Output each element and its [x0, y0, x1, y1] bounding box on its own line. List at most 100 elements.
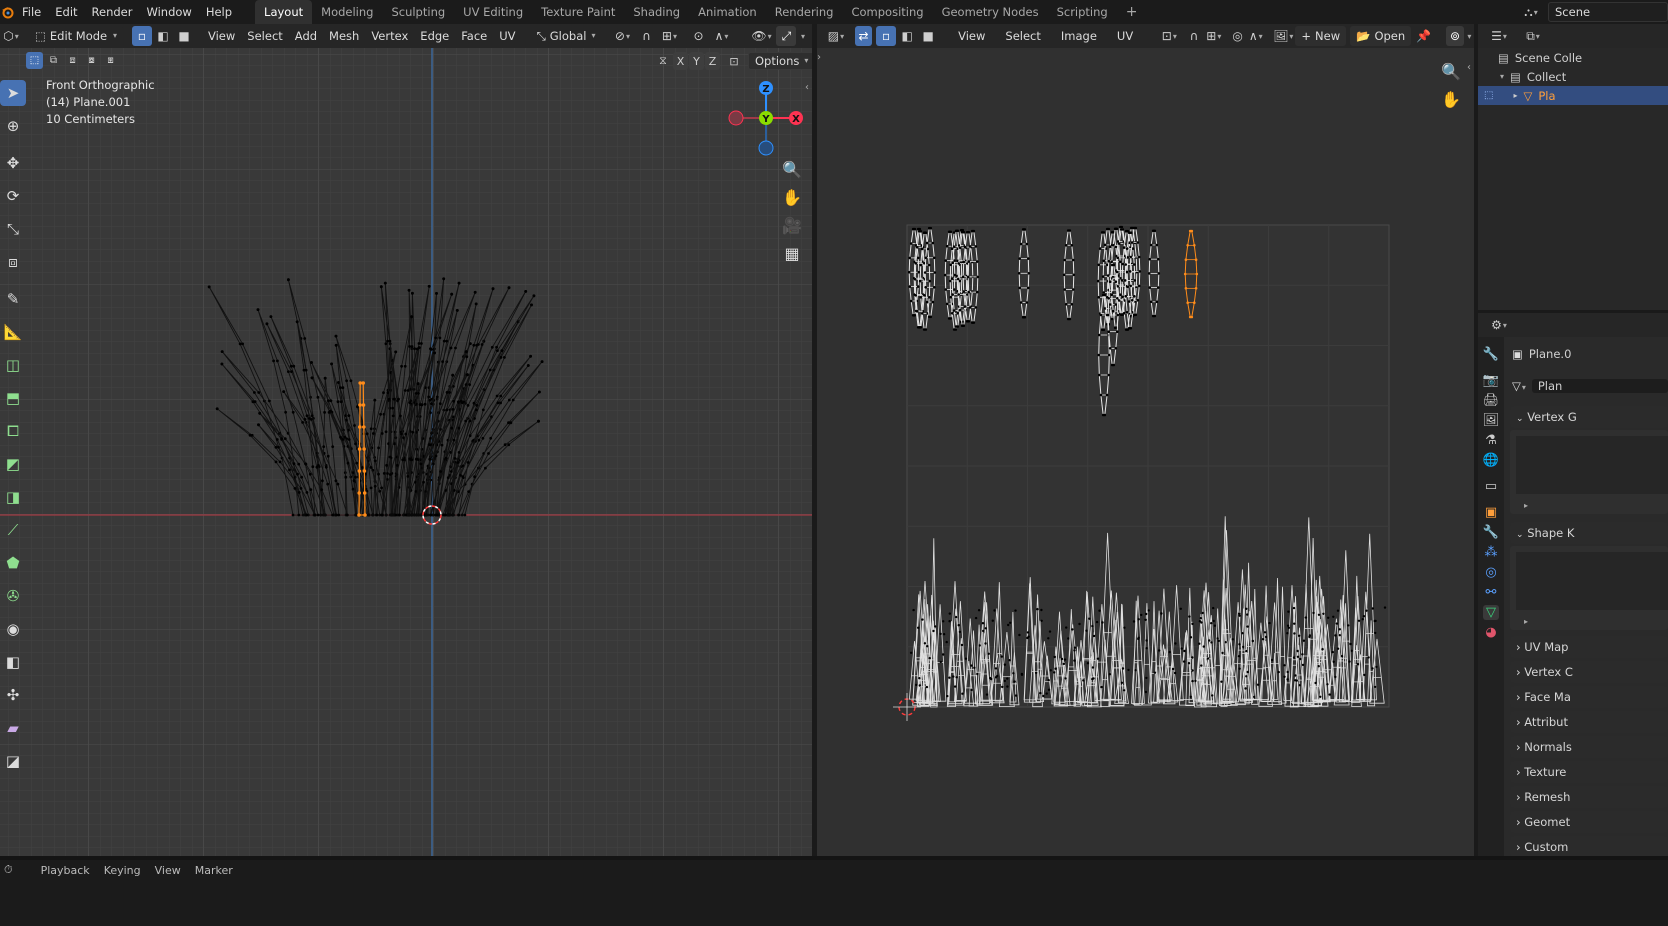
constraints-tab-icon[interactable]: ⚯ — [1486, 585, 1497, 600]
tab-modeling[interactable]: Modeling — [312, 0, 382, 24]
expand-arrow-icon[interactable]: ▸ — [1524, 501, 1528, 510]
world-tab-icon[interactable]: 🌐 — [1483, 453, 1499, 468]
menu-face[interactable]: Face — [455, 26, 493, 46]
options-dropdown[interactable]: Options ▾ — [748, 52, 812, 70]
tab-scripting[interactable]: Scripting — [1048, 0, 1117, 24]
uv-menu-uv[interactable]: UV — [1111, 26, 1139, 46]
shape-keys-list[interactable]: ▸ — [1510, 546, 1668, 630]
scene-tab-icon[interactable]: ⚗ — [1485, 433, 1497, 448]
menu-add[interactable]: Add — [289, 26, 323, 46]
uv-falloff-icon[interactable]: ∧ ▾ — [1246, 26, 1265, 46]
mirror-z-button[interactable]: Z — [705, 52, 720, 70]
modifier-tab-icon[interactable]: 🔧 — [1483, 525, 1499, 540]
orientation-dropdown[interactable]: ⤡ Global ▾ — [529, 26, 603, 46]
uv-proportional-icon[interactable]: ◎ — [1229, 26, 1246, 46]
gizmo-neg-x-axis[interactable] — [728, 110, 744, 126]
shear-tool-icon[interactable]: ▰ — [0, 715, 26, 741]
particles-tab-icon[interactable]: ⁂ — [1485, 545, 1498, 560]
menu-help[interactable]: Help — [199, 0, 239, 24]
menu-file[interactable]: File — [15, 0, 48, 24]
box-select-extend-icon[interactable]: ⧉ — [45, 52, 62, 69]
tab-geometry-nodes[interactable]: Geometry Nodes — [933, 0, 1048, 24]
cursor-tool-icon[interactable]: ⊕ — [0, 113, 26, 139]
outliner-row-plane[interactable]: ⬚ ▸ ▽ Pla — [1478, 86, 1668, 105]
inset-tool-icon[interactable]: ⧠ — [0, 418, 26, 444]
auto-merge-icon[interactable]: ⊡ — [725, 52, 743, 70]
mesh-data-row[interactable]: ▽▾ Plan — [1504, 375, 1668, 397]
properties-type-icon[interactable]: ⚙ ▾ — [1484, 315, 1514, 335]
vertex-groups-list[interactable]: ▸ — [1510, 430, 1668, 514]
panel-geometry-data[interactable]: › Geomet — [1510, 811, 1668, 833]
extrude-tool-icon[interactable]: ⬒ — [0, 385, 26, 411]
scale-tool-icon[interactable]: ⤡ — [0, 216, 26, 242]
outliner-type-icon[interactable]: ☰ ▾ — [1484, 26, 1514, 46]
gizmo-neg-z-axis[interactable] — [758, 140, 774, 156]
output-tab-icon[interactable]: 🖨 — [1483, 393, 1500, 408]
add-cube-tool-icon[interactable]: ◫ — [0, 352, 26, 378]
collection-tab-icon[interactable]: ▭ — [1485, 479, 1497, 494]
physics-tab-icon[interactable]: ◎ — [1485, 565, 1496, 580]
uv-pan-hand-icon[interactable]: ✋ — [1438, 86, 1464, 112]
menu-view[interactable]: View — [202, 26, 241, 46]
menu-edit[interactable]: Edit — [48, 0, 84, 24]
sidebar-toggle-icon[interactable]: ‹ — [805, 82, 809, 93]
display-mode-icon[interactable]: ⧉ ▾ — [1518, 26, 1548, 46]
face-select-icon[interactable]: ■ — [174, 26, 194, 46]
proportional-edit-icon[interactable]: ⊙ — [688, 26, 708, 46]
panel-attributes[interactable]: › Attribut — [1510, 711, 1668, 733]
annotate-tool-icon[interactable]: ✎ — [0, 286, 26, 312]
pivot-icon[interactable]: ⊘ ▾ — [608, 26, 636, 46]
edge-select-icon[interactable]: ◧ — [153, 26, 173, 46]
zoom-icon[interactable]: 🔍 — [779, 156, 805, 182]
vertex-select-icon[interactable]: ▫ — [132, 26, 152, 46]
viewport-3d[interactable]: ⬚ ⧉ ⧈ ⧇ ⧆ ⧖ X Y Z ⊡ Options ▾ Front Orth… — [0, 48, 812, 856]
spin-tool-icon[interactable]: ✇ — [0, 583, 26, 609]
new-image-button[interactable]: + New — [1295, 26, 1347, 46]
data-tab-icon[interactable]: ▽ — [1483, 605, 1499, 620]
snap-target-icon[interactable]: ⊞ ▾ — [656, 26, 682, 46]
pan-hand-icon[interactable]: ✋ — [779, 184, 805, 210]
mirror-icon[interactable]: ⧖ — [654, 52, 672, 70]
material-tab-icon[interactable]: ◕ — [1485, 625, 1496, 640]
uv-snap-icon[interactable]: ∩ — [1185, 26, 1202, 46]
uv-zoom-icon[interactable]: 🔍 — [1438, 58, 1464, 84]
uv-face-select-icon[interactable]: ■ — [918, 26, 938, 46]
rip-tool-icon[interactable]: ◪ — [0, 748, 26, 774]
select-box-tool-icon[interactable]: ➤ — [0, 80, 26, 106]
panel-normals[interactable]: › Normals — [1510, 736, 1668, 758]
menu-vertex[interactable]: Vertex — [365, 26, 414, 46]
tab-shading[interactable]: Shading — [624, 0, 689, 24]
panel-remesh[interactable]: › Remesh — [1510, 786, 1668, 808]
overlay-chevron-icon[interactable]: ▾ — [796, 26, 808, 46]
mirror-y-button[interactable]: Y — [689, 52, 704, 70]
keying-menu[interactable]: Keying — [104, 864, 141, 877]
knife-tool-icon[interactable]: ⟋ — [0, 517, 26, 543]
tab-sculpting[interactable]: Sculpting — [382, 0, 454, 24]
uv-sync-icon[interactable]: ⇄ — [854, 26, 873, 46]
grass-mesh-wireframe[interactable] — [0, 48, 812, 856]
panel-texture-space[interactable]: › Texture — [1510, 761, 1668, 783]
pin-icon[interactable]: 📌 — [1415, 26, 1432, 46]
expand-arrow-icon[interactable]: ▸ — [1524, 617, 1528, 626]
menu-render[interactable]: Render — [85, 0, 140, 24]
panel-vertex-colors[interactable]: › Vertex C — [1510, 661, 1668, 683]
scene-selector-icon[interactable]: ⛬ ▾ — [1516, 2, 1546, 22]
loop-cut-tool-icon[interactable]: ◨ — [0, 484, 26, 510]
panel-uv-maps[interactable]: › UV Map — [1510, 636, 1668, 658]
tab-layout[interactable]: Layout — [255, 0, 313, 24]
object-tab-icon[interactable]: ▣ — [1485, 505, 1497, 520]
box-select-intersect-icon[interactable]: ⧆ — [102, 52, 119, 69]
marker-menu[interactable]: Marker — [195, 864, 233, 877]
scene-name-field[interactable]: Scene — [1548, 2, 1668, 22]
panel-vertex-groups[interactable]: ⌄ Vertex G — [1510, 406, 1668, 428]
tab-animation[interactable]: Animation — [689, 0, 766, 24]
uv-layout[interactable] — [817, 48, 1474, 856]
view-layer-tab-icon[interactable]: 🖼 — [1483, 413, 1500, 428]
uv-edge-select-icon[interactable]: ◧ — [897, 26, 917, 46]
blender-logo-icon[interactable] — [1, 2, 15, 22]
tab-rendering[interactable]: Rendering — [766, 0, 843, 24]
image-browse-icon[interactable]: 🖼 ▾ — [1271, 26, 1295, 46]
menu-select[interactable]: Select — [241, 26, 288, 46]
tab-uv-editing[interactable]: UV Editing — [454, 0, 532, 24]
timeline-type-icon[interactable]: ⏱ — [4, 863, 13, 877]
